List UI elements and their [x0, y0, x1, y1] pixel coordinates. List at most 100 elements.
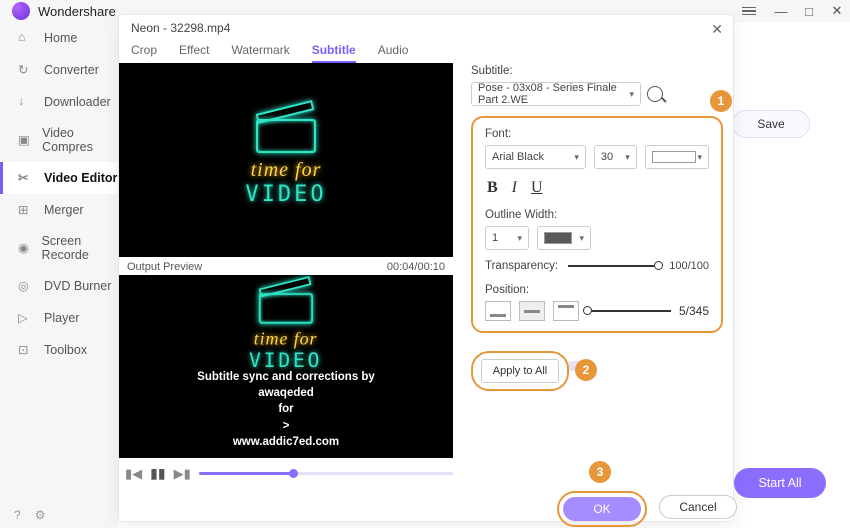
ok-button[interactable]: OK — [563, 497, 641, 521]
font-size-select[interactable]: 30▾ — [594, 145, 637, 169]
editor-modal: Neon - 32298.mp4 ✕ Crop Effect Watermark… — [118, 14, 734, 522]
underline-button[interactable]: U — [531, 179, 543, 197]
next-button[interactable]: ▶▮ — [174, 466, 191, 482]
sidebar-item-home[interactable]: ⌂ Home — [0, 22, 118, 54]
merge-icon: ⊞ — [18, 202, 34, 218]
neon-text-1: time for — [245, 159, 326, 182]
progress-bar[interactable] — [199, 472, 453, 475]
modal-title: Neon - 32298.mp4 — [131, 21, 230, 35]
tab-watermark[interactable]: Watermark — [231, 43, 289, 63]
player-controls: ▮◀ ▮▮ ▶▮ — [125, 465, 453, 482]
help-icon[interactable]: ? — [14, 508, 21, 522]
sidebar-label: Toolbox — [44, 343, 87, 357]
subtitle-select[interactable]: Pose - 03x08 - Series Finale Part 2.WE▾ — [471, 82, 641, 106]
prev-button[interactable]: ▮◀ — [125, 466, 142, 482]
close-window-button[interactable]: ✕ — [830, 4, 844, 18]
outline-color-select[interactable]: ▾ — [537, 226, 591, 250]
apply-all-callout: Apply to All 2 — [471, 351, 569, 391]
ok-callout: OK — [557, 491, 647, 527]
position-middle-button[interactable] — [519, 301, 545, 321]
sidebar: ⌂ Home ↻ Converter ↓ Downloader ▣ Video Comp… — [0, 22, 118, 528]
tab-effect[interactable]: Effect — [179, 43, 209, 63]
sidebar-item-merger[interactable]: ⊞Merger — [0, 194, 118, 226]
italic-button[interactable]: I — [512, 179, 517, 197]
editor-tabs: Crop Effect Watermark Subtitle Audio — [131, 43, 408, 63]
search-icon[interactable] — [647, 86, 663, 102]
neon-text-2: VIDEO — [249, 350, 322, 373]
sidebar-item-converter[interactable]: ↻ Converter — [0, 54, 118, 86]
outline-label: Outline Width: — [485, 209, 709, 221]
modal-close-button[interactable]: ✕ — [711, 21, 723, 38]
play-icon: ▷ — [18, 310, 34, 326]
save-button[interactable]: Save — [732, 110, 810, 138]
sidebar-item-player[interactable]: ▷ Player — [0, 302, 118, 334]
sidebar-item-screen-recorder[interactable]: ◉ Screen Recorde — [0, 226, 118, 270]
outline-width-select[interactable]: 1▾ — [485, 226, 529, 250]
position-label: Position: — [485, 284, 709, 296]
sidebar-item-toolbox[interactable]: ⊡Toolbox — [0, 334, 118, 366]
color-swatch — [652, 151, 696, 163]
tab-audio[interactable]: Audio — [378, 43, 409, 63]
sidebar-item-downloader[interactable]: ↓ Downloader — [0, 86, 118, 118]
tab-subtitle[interactable]: Subtitle — [312, 43, 356, 63]
preview-time: 00:04/00:10 — [387, 261, 445, 273]
chevron-down-icon: ▾ — [629, 89, 634, 100]
subtitle-label: Subtitle: — [471, 65, 723, 77]
sidebar-label: Converter — [44, 63, 99, 77]
disc-icon: ◎ — [18, 278, 34, 294]
annotation-2: 2 — [575, 359, 597, 381]
sidebar-label: DVD Burner — [44, 279, 111, 293]
convert-icon: ↻ — [18, 62, 34, 78]
home-icon: ⌂ — [18, 30, 34, 46]
menu-icon[interactable] — [742, 7, 756, 16]
font-settings-callout: 1 Font: Arial Black▾ 30▾ ▾ B I U Outline… — [471, 116, 723, 333]
position-top-button[interactable] — [553, 301, 579, 321]
sidebar-label: Video Editor — [44, 171, 117, 185]
transparency-value: 100/100 — [669, 260, 709, 272]
font-family-select[interactable]: Arial Black▾ — [485, 145, 586, 169]
sidebar-item-video-editor[interactable]: ✂ Video Editor — [0, 162, 118, 194]
sidebar-label: Video Compres — [42, 126, 118, 154]
settings-icon[interactable]: ⚙ — [35, 508, 46, 522]
maximize-button[interactable]: □ — [802, 4, 816, 18]
clapper-icon — [256, 113, 316, 153]
subtitle-overlay: Subtitle sync and corrections by awaqede… — [197, 369, 375, 449]
preview-label: Output Preview — [127, 261, 202, 273]
font-color-select[interactable]: ▾ — [645, 145, 709, 169]
annotation-3: 3 — [589, 461, 611, 483]
minimize-button[interactable]: — — [774, 4, 788, 18]
annotation-1: 1 — [710, 90, 732, 112]
position-slider[interactable] — [587, 310, 671, 312]
sidebar-label: Downloader — [44, 95, 111, 109]
tab-crop[interactable]: Crop — [131, 43, 157, 63]
window-controls: — □ ✕ — [742, 4, 844, 18]
sidebar-label: Player — [44, 311, 79, 325]
pause-button[interactable]: ▮▮ — [150, 465, 165, 482]
brand-label: Wondershare — [38, 4, 116, 19]
subtitle-panel: Subtitle: Pose - 03x08 - Series Finale P… — [471, 65, 723, 333]
color-swatch — [544, 232, 572, 244]
output-preview: time for VIDEO Subtitle sync and correct… — [119, 275, 453, 458]
download-icon: ↓ — [18, 94, 34, 110]
transparency-slider[interactable] — [568, 265, 659, 267]
position-value: 5/345 — [679, 304, 709, 318]
sidebar-item-dvd-burner[interactable]: ◎ DVD Burner — [0, 270, 118, 302]
neon-text-1: time for — [249, 329, 322, 350]
editor-icon: ✂ — [18, 170, 34, 186]
record-icon: ◉ — [18, 240, 32, 256]
position-bottom-button[interactable] — [485, 301, 511, 321]
font-label: Font: — [485, 128, 709, 140]
apply-to-all-button[interactable]: Apply to All — [481, 359, 559, 383]
clapper-icon — [259, 288, 313, 324]
start-all-button[interactable]: Start All — [734, 468, 826, 498]
cancel-button[interactable]: Cancel — [659, 495, 737, 519]
transparency-label: Transparency: — [485, 260, 558, 272]
sidebar-label: Home — [44, 31, 77, 45]
compress-icon: ▣ — [18, 132, 32, 148]
neon-text-2: VIDEO — [245, 182, 326, 207]
sidebar-label: Screen Recorde — [42, 234, 118, 262]
bold-button[interactable]: B — [487, 179, 498, 197]
logo-icon — [12, 2, 30, 20]
sidebar-item-compressor[interactable]: ▣ Video Compres — [0, 118, 118, 162]
source-preview: time for VIDEO — [119, 63, 453, 257]
